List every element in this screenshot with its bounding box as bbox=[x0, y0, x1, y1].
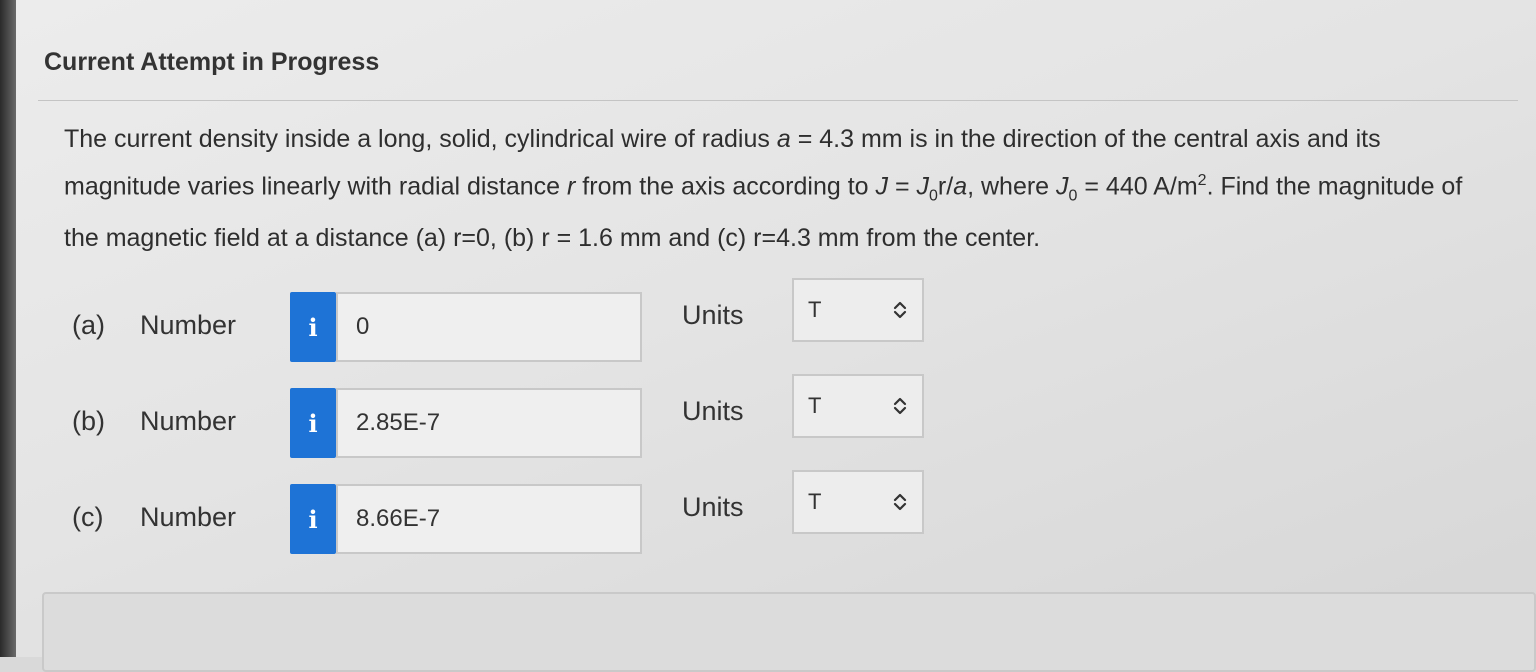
chevron-updown-icon bbox=[893, 397, 907, 415]
units-value: T bbox=[808, 489, 822, 514]
units-label: Units bbox=[682, 492, 744, 522]
units-select-c[interactable]: T bbox=[792, 470, 924, 534]
units-select-b[interactable]: T bbox=[792, 374, 924, 438]
units-label: Units bbox=[682, 300, 744, 330]
number-label: Number bbox=[140, 502, 237, 532]
number-input-b[interactable]: 2.85E-7 bbox=[336, 388, 642, 458]
units-value: T bbox=[808, 297, 822, 322]
chevron-updown-icon bbox=[893, 301, 907, 319]
bottom-panel bbox=[42, 592, 1536, 672]
chevron-updown-icon bbox=[893, 493, 907, 511]
number-input-a[interactable]: 0 bbox=[336, 292, 642, 362]
divider bbox=[38, 100, 1518, 101]
info-icon[interactable]: i bbox=[290, 388, 336, 458]
number-label: Number bbox=[140, 406, 237, 436]
screen-edge bbox=[0, 0, 16, 657]
number-input-c[interactable]: 8.66E-7 bbox=[336, 484, 642, 554]
units-value: T bbox=[808, 393, 822, 418]
info-icon[interactable]: i bbox=[290, 292, 336, 362]
answer-row-c: (c) Number i 8.66E-7 Units T bbox=[72, 470, 972, 554]
part-label: (c) bbox=[72, 502, 104, 532]
units-label: Units bbox=[682, 396, 744, 426]
attempt-title: Current Attempt in Progress bbox=[44, 48, 380, 76]
answer-row-b: (b) Number i 2.85E-7 Units T bbox=[72, 374, 972, 458]
question-page: Current Attempt in Progress The current … bbox=[16, 0, 1536, 672]
question-text: The current density inside a long, solid… bbox=[64, 125, 1463, 253]
answer-row-a: (a) Number i 0 Units T bbox=[72, 278, 972, 362]
part-label: (b) bbox=[72, 406, 105, 436]
part-label: (a) bbox=[72, 310, 105, 340]
units-select-a[interactable]: T bbox=[792, 278, 924, 342]
info-icon[interactable]: i bbox=[290, 484, 336, 554]
number-label: Number bbox=[140, 310, 237, 340]
